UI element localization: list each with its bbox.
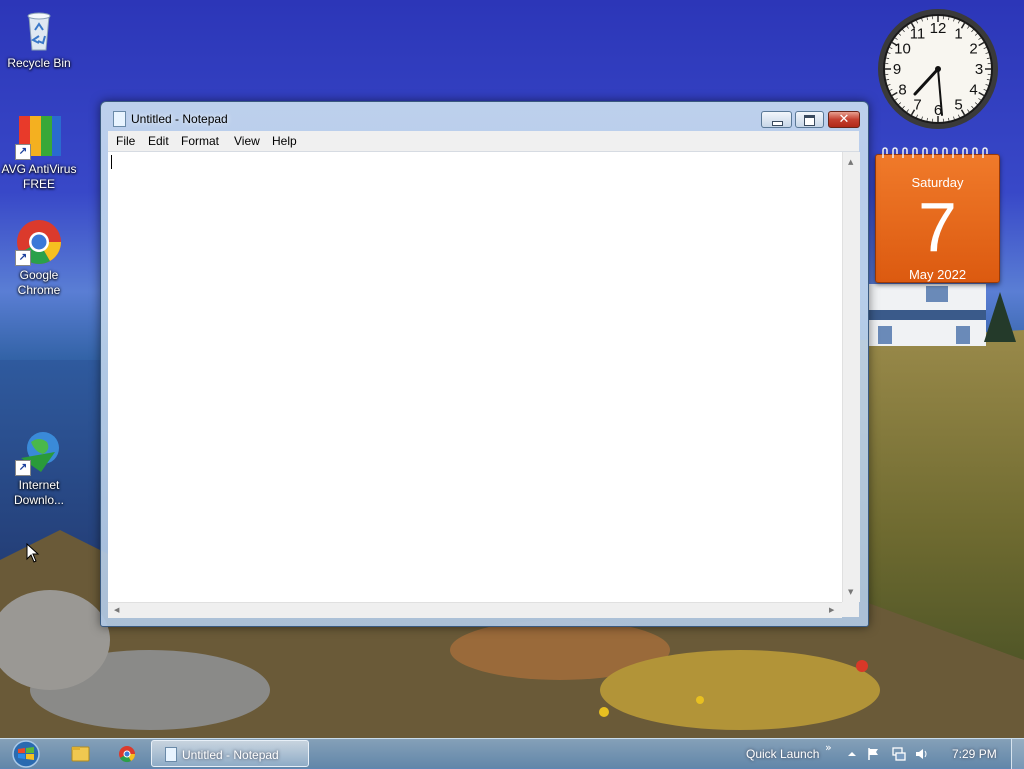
clock-number: 5 — [954, 97, 962, 114]
calendar-day: 7 — [876, 187, 999, 267]
text-caret — [111, 155, 112, 169]
clock-number: 10 — [894, 41, 911, 58]
title-bar[interactable]: Untitled - Notepad ✕ — [101, 102, 868, 132]
show-hidden-icons-icon[interactable] — [845, 747, 859, 761]
volume-icon[interactable] — [915, 747, 929, 761]
clock-number: 9 — [893, 61, 901, 78]
menu-bar: File Edit Format View Help — [108, 131, 859, 152]
clock-number: 2 — [969, 41, 977, 58]
notepad-window[interactable]: Untitled - Notepad ✕ File Edit Format Vi… — [100, 101, 869, 627]
scroll-down-icon[interactable]: ▼ — [848, 588, 853, 596]
taskbar-notepad-button[interactable]: Untitled - Notepad — [151, 740, 309, 767]
taskbar: Untitled - Notepad Quick Launch » 7:29 P… — [0, 738, 1024, 769]
horizontal-scrollbar[interactable]: ◀ ▶ — [108, 602, 842, 618]
clock-face: 121234567891011 — [876, 7, 1000, 131]
minimize-icon — [772, 121, 783, 126]
clock-number: 4 — [969, 82, 977, 99]
scroll-right-icon[interactable]: ▶ — [829, 606, 834, 614]
desktop-icon-avg-antivirus[interactable]: ↗ AVG AntiVirus FREE — [0, 112, 78, 192]
shortcut-arrow-icon: ↗ — [15, 460, 31, 476]
clock-number: 11 — [910, 25, 926, 42]
desktop-icon-internet-download-manager[interactable]: ↗ Internet Downlo... — [0, 428, 78, 508]
resize-grip[interactable] — [842, 602, 859, 617]
menu-file[interactable]: File — [116, 134, 135, 148]
calendar-month-year: May 2022 — [876, 267, 999, 282]
start-button[interactable] — [8, 740, 44, 768]
clock-number: 12 — [930, 20, 947, 37]
clock-number: 1 — [954, 25, 962, 42]
menu-format[interactable]: Format — [181, 134, 219, 148]
avg-label: AVG AntiVirus FREE — [1, 162, 77, 192]
calendar-body: Saturday 7 May 2022 — [875, 154, 1000, 283]
notepad-icon — [113, 111, 126, 127]
show-desktop-button[interactable] — [1011, 739, 1024, 769]
idm-icon: ↗ — [15, 428, 63, 476]
network-icon[interactable] — [892, 747, 906, 761]
clock-gadget[interactable]: 121234567891011 — [876, 7, 1000, 131]
window-title: Untitled - Notepad — [131, 112, 228, 126]
notepad-icon — [165, 747, 177, 762]
menu-view[interactable]: View — [234, 134, 260, 148]
mouse-cursor-icon — [26, 543, 40, 563]
scroll-up-icon[interactable]: ▲ — [848, 158, 853, 166]
taskbar-chrome-icon[interactable] — [107, 742, 147, 766]
close-icon: ✕ — [829, 112, 859, 127]
clock-number: 7 — [913, 97, 921, 114]
recycle-bin-icon — [15, 6, 63, 54]
avg-icon: ↗ — [15, 112, 63, 160]
maximize-button[interactable] — [795, 111, 824, 128]
menu-help[interactable]: Help — [272, 134, 297, 148]
taskbar-notepad-label: Untitled - Notepad — [182, 748, 279, 762]
recycle-bin-label: Recycle Bin — [0, 56, 78, 71]
calendar-rings-icon — [880, 146, 996, 160]
chrome-label: Google Chrome — [14, 268, 64, 298]
chrome-icon: ↗ — [15, 218, 63, 266]
quick-launch-chevron-icon[interactable]: » — [825, 741, 832, 754]
desktop-icon-recycle-bin[interactable]: Recycle Bin — [0, 6, 78, 71]
calendar-gadget[interactable]: Saturday 7 May 2022 — [875, 146, 1000, 283]
shortcut-arrow-icon: ↗ — [15, 250, 31, 266]
scroll-left-icon[interactable]: ◀ — [114, 606, 119, 614]
quick-launch-toolbar[interactable]: Quick Launch — [746, 747, 819, 761]
menu-edit[interactable]: Edit — [148, 134, 169, 148]
text-editor-area[interactable] — [108, 152, 842, 602]
maximize-icon — [804, 115, 815, 126]
minimize-button[interactable] — [761, 111, 792, 128]
shortcut-arrow-icon: ↗ — [15, 144, 31, 160]
close-button[interactable]: ✕ — [828, 111, 860, 128]
vertical-scrollbar[interactable]: ▲ ▼ — [842, 152, 860, 602]
idm-label: Internet Downlo... — [11, 478, 67, 508]
taskbar-clock[interactable]: 7:29 PM — [952, 747, 997, 761]
desktop-icon-google-chrome[interactable]: ↗ Google Chrome — [0, 218, 78, 298]
clock-number: 8 — [898, 82, 906, 99]
action-center-flag-icon[interactable] — [867, 747, 881, 761]
taskbar-explorer-icon[interactable] — [60, 742, 100, 766]
clock-number: 3 — [975, 61, 983, 78]
